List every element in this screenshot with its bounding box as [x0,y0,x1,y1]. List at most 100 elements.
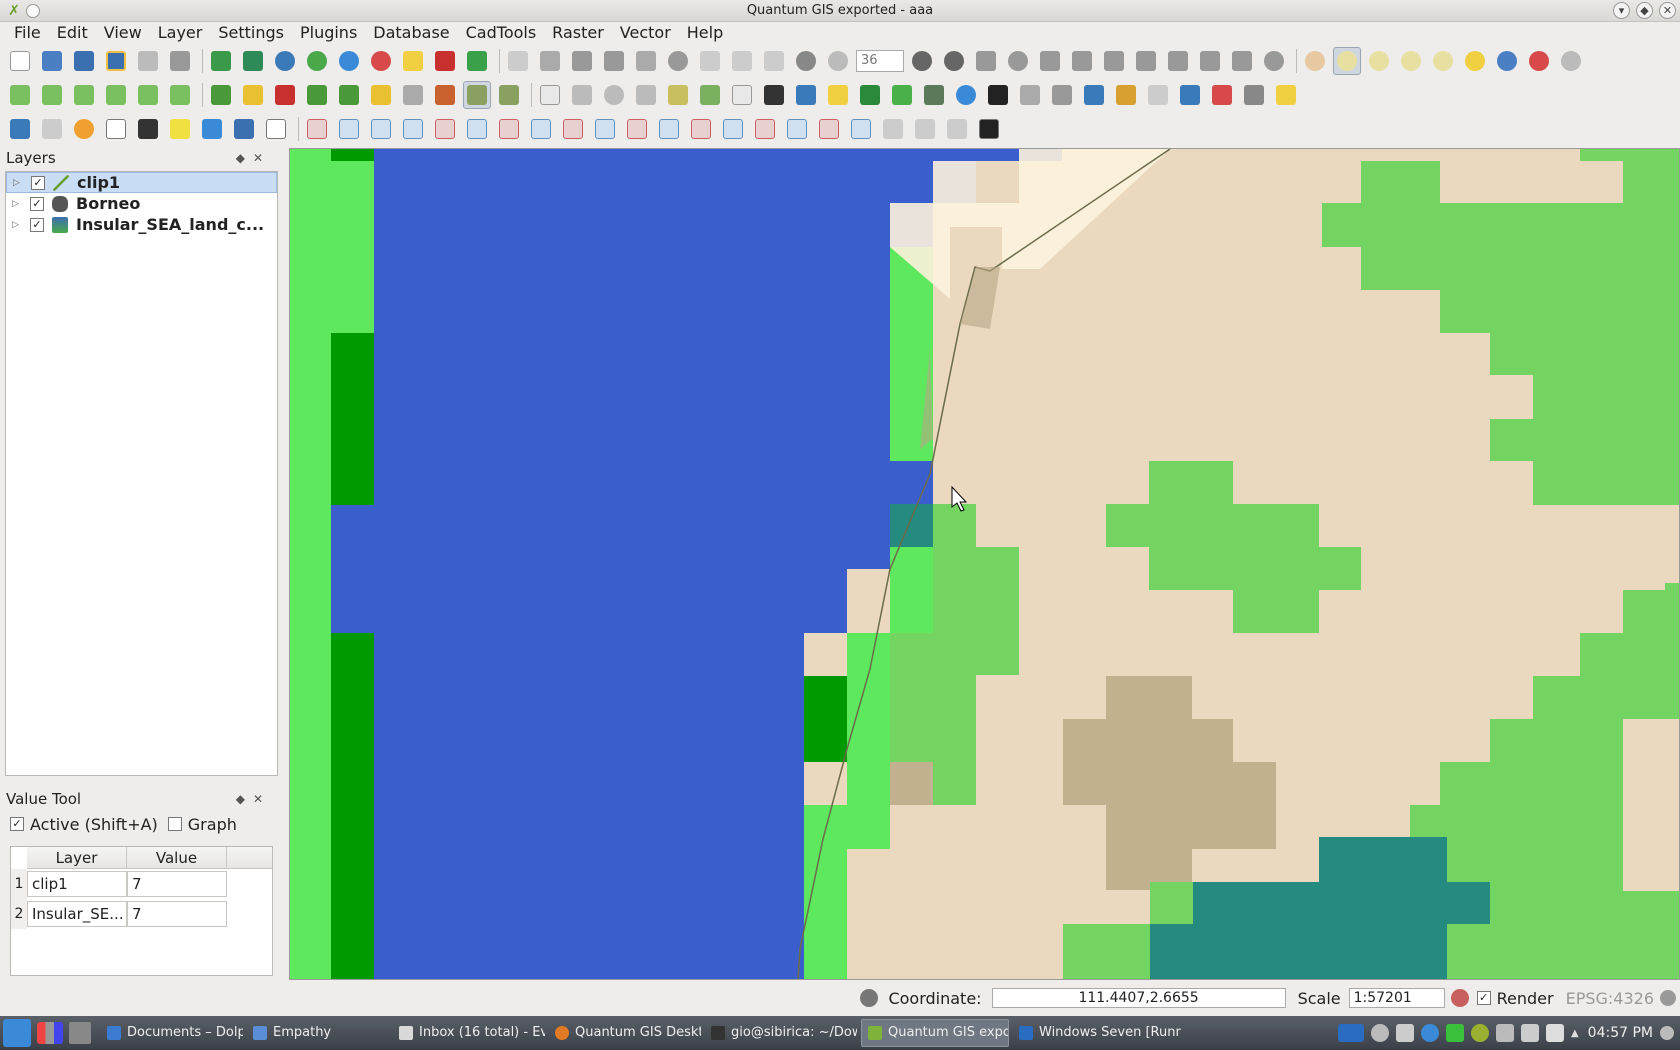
float-panel-icon[interactable]: ◆ [236,792,253,806]
value-table[interactable]: Layer Value 1 clip1 7 2 Insular_SE... 7 [10,846,273,976]
cad-tool-6-button[interactable] [463,115,491,143]
cad-tool-13-button[interactable] [687,115,715,143]
layer-info-button[interactable] [38,81,66,109]
new-shapefile-button[interactable] [399,47,427,75]
georeferencer-button[interactable] [664,81,692,109]
delete-ring-button[interactable] [1068,47,1096,75]
clock[interactable]: 04:57 PM [1588,1025,1653,1041]
add-ring-button[interactable] [1004,47,1032,75]
zoom-last-button[interactable] [1525,47,1553,75]
cad-tool-16-button[interactable] [783,115,811,143]
delete-selected-button[interactable] [664,47,692,75]
minimize-button[interactable]: ▾ [1613,2,1630,19]
scale-field[interactable]: 1:57201 [1348,988,1445,1008]
menu-plugins[interactable]: Plugins [292,22,365,44]
layer-row-borneo[interactable]: ▷ ✓ Borneo [6,193,277,214]
deselect-button[interactable] [70,115,98,143]
zoom-selection-button[interactable] [1461,47,1489,75]
zoom-next-button[interactable] [1557,47,1585,75]
cad-tool-3-button[interactable] [367,115,395,143]
d2s-button[interactable] [824,81,852,109]
cad-tool-21-button[interactable] [943,115,971,143]
simplify-button[interactable] [972,47,1000,75]
coordinate-toggle-icon[interactable] [860,989,879,1007]
cad-tool-9-button[interactable] [559,115,587,143]
zoom-full-button[interactable] [1397,47,1425,75]
volume-icon[interactable] [1520,1024,1539,1042]
add-raster-button[interactable] [239,47,267,75]
cad-tool-2-button[interactable] [335,115,363,143]
cell-layer[interactable]: Insular_SE... [27,901,127,927]
menu-file[interactable]: File [6,22,49,44]
layer-remove-button[interactable] [102,81,130,109]
coordinate-capture-button[interactable] [792,81,820,109]
layer-visibility-checkbox[interactable]: ✓ [30,217,44,232]
plugin-5-button[interactable] [335,81,363,109]
label-rotate-button[interactable] [600,81,628,109]
measure-button[interactable] [134,115,162,143]
window-titlebar[interactable]: ✗ Quantum GIS exported - aaa ▾ ◆ ✕ [0,0,1680,22]
close-panel-icon[interactable]: ✕ [253,792,271,806]
labeling-button[interactable] [536,81,564,109]
layer-style-button[interactable] [134,81,162,109]
python-console-button[interactable] [975,115,1003,143]
copy-features-button[interactable] [728,47,756,75]
tabletop-button[interactable] [1144,81,1172,109]
menu-vector[interactable]: Vector [612,22,679,44]
menu-settings[interactable]: Settings [210,22,292,44]
annotation-button[interactable] [166,115,194,143]
add-part-button[interactable] [1036,47,1064,75]
network-icon[interactable] [1420,1024,1439,1042]
interpolation-button[interactable] [696,81,724,109]
reshape-button[interactable] [1132,47,1160,75]
map-canvas[interactable] [289,148,1680,980]
layer-edit-button[interactable] [70,81,98,109]
add-vector-button[interactable] [207,47,235,75]
print-composer-button[interactable] [134,47,162,75]
split-features-button[interactable] [1164,47,1192,75]
float-panel-icon[interactable]: ◆ [236,151,253,165]
add-feature-button[interactable] [568,47,596,75]
layer-visibility-checkbox[interactable]: ✓ [30,196,44,211]
save-as-button[interactable] [102,47,130,75]
cad-tool-18-button[interactable] [847,115,875,143]
rotate-labels-button[interactable] [1260,47,1288,75]
plugin-1-button[interactable] [207,81,235,109]
undo-button[interactable] [908,47,936,75]
plugin-2-button[interactable] [239,81,267,109]
new-layer-button[interactable] [6,81,34,109]
color-palette-button[interactable] [1112,81,1140,109]
new-project-button[interactable] [6,47,34,75]
show-desktop-icon[interactable] [69,1022,91,1044]
rotation-tool-button[interactable] [824,47,852,75]
render-checkbox[interactable]: ✓ [1476,991,1491,1005]
table-row[interactable]: 2 Insular_SE... 7 [11,899,272,929]
label-move-button[interactable] [568,81,596,109]
export-button[interactable] [856,81,884,109]
cad-tool-8-button[interactable] [527,115,555,143]
zoom-actual-button[interactable] [1493,47,1521,75]
raster-calc-button[interactable] [920,81,948,109]
merge-attributes-button[interactable] [1228,47,1256,75]
column-header-value[interactable]: Value [127,847,227,868]
cad-tool-5-button[interactable] [431,115,459,143]
network-button[interactable] [1176,81,1204,109]
mask-button[interactable] [1048,81,1076,109]
map-render[interactable] [290,149,1680,980]
histogram-button[interactable] [984,81,1012,109]
close-button[interactable]: ✕ [1659,2,1676,19]
menu-raster[interactable]: Raster [544,22,612,44]
redo-button[interactable] [940,47,968,75]
update-icon[interactable] [1445,1024,1464,1042]
identify-button[interactable] [6,115,34,143]
pan-button[interactable] [1301,47,1329,75]
task-qgis-exported[interactable]: Quantum GIS exported [861,1019,1009,1047]
cad-tool-20-button[interactable] [911,115,939,143]
db-manager-button[interactable] [1016,81,1044,109]
cad-tool-10-button[interactable] [591,115,619,143]
menu-view[interactable]: View [96,22,150,44]
plugin-8-button[interactable] [431,81,459,109]
plugin-9-button[interactable] [463,81,491,109]
select-button[interactable] [38,115,66,143]
messages-icon[interactable] [1660,990,1676,1006]
